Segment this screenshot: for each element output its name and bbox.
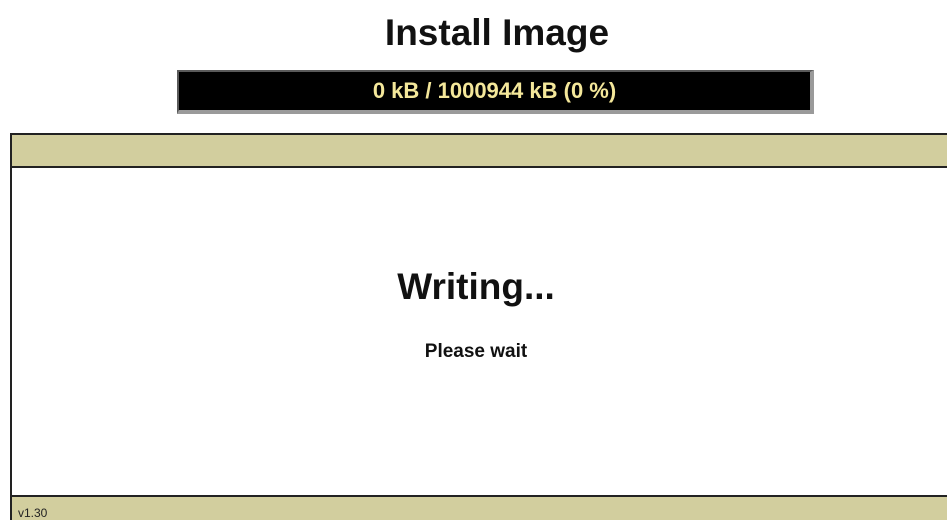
progress-text: 0 kB / 1000944 kB (0 %) xyxy=(372,78,617,103)
progress-bar: 0 kB / 1000944 kB (0 %) xyxy=(177,70,814,114)
version-label: v1.30 xyxy=(18,506,48,520)
status-panel: Writing... Please wait v1.30 xyxy=(10,133,947,520)
panel-footer-bar: v1.30 xyxy=(12,495,947,520)
install-image-screen: Install Image 0 kB / 1000944 kB (0 %) Wr… xyxy=(0,0,947,520)
status-title: Writing... xyxy=(397,266,555,307)
panel-body: Writing... Please wait xyxy=(12,168,947,496)
page-title: Install Image xyxy=(384,12,610,53)
status-subtitle: Please wait xyxy=(424,341,528,362)
panel-header-bar xyxy=(12,135,947,168)
